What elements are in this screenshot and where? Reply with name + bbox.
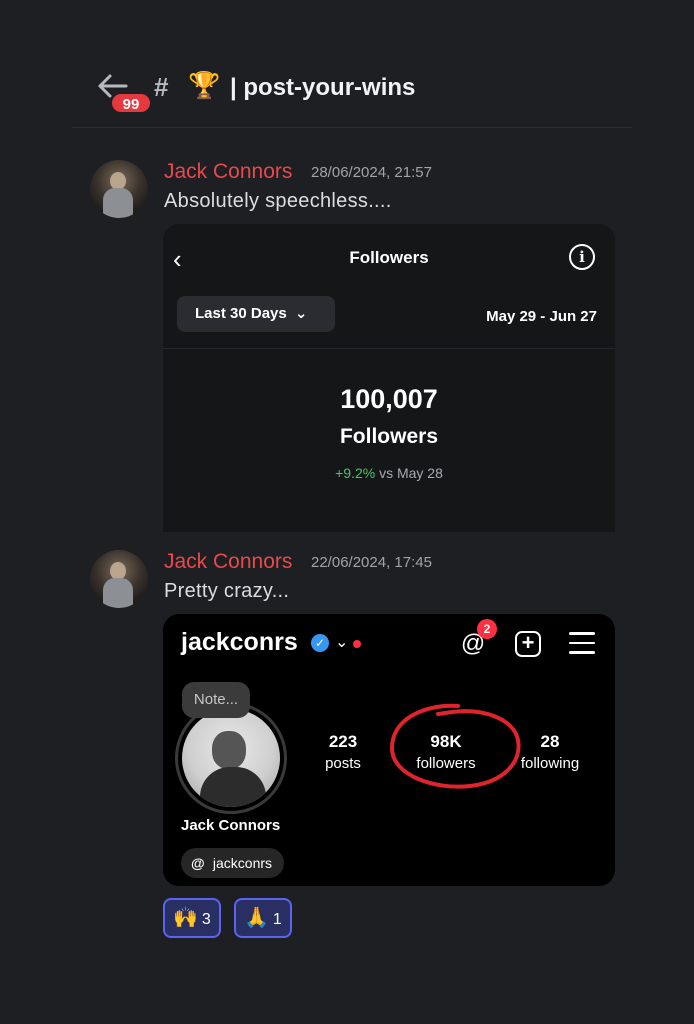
reaction-raised-hands[interactable]: 🙌 3 [163, 898, 221, 938]
channel-header: 99 # 🏆 | post-your-wins [0, 60, 694, 128]
date-range: May 29 - Jun 27 [486, 308, 597, 325]
follower-count-label: Followers [339, 425, 439, 448]
folded-hands-icon: 🙏 [244, 907, 269, 929]
date-filter-dropdown: Last 30 Days ⌄ [177, 296, 335, 332]
profile-username: jackconrs [181, 628, 298, 656]
message-timestamp: 22/06/2024, 17:45 [311, 554, 432, 571]
channel-hash-icon: # [154, 72, 169, 102]
threads-handle: jackconrs [212, 855, 273, 871]
profile-picture [175, 702, 287, 814]
message-author[interactable]: Jack Connors [164, 160, 292, 184]
reaction-folded-hands[interactable]: 🙏 1 [234, 898, 292, 938]
threads-badge: 2 [477, 619, 497, 639]
notification-dot [353, 640, 361, 648]
chevron-down-icon: ⌄ [294, 305, 308, 322]
author-avatar[interactable] [90, 160, 148, 218]
channel-name[interactable]: | post-your-wins [230, 74, 415, 102]
add-icon: + [515, 631, 541, 657]
profile-display-name: Jack Connors [181, 817, 281, 834]
info-icon: i [569, 244, 595, 270]
reaction-count: 1 [272, 911, 282, 928]
follower-change: +9.2% vs May 28 [163, 465, 615, 481]
change-comparison: vs May 28 [375, 465, 443, 481]
threads-icon: @ [191, 855, 205, 871]
raised-hands-icon: 🙌 [173, 907, 198, 929]
stat-number: 223 [328, 732, 358, 751]
header-divider [72, 127, 632, 128]
stat-label: posts [325, 755, 361, 772]
unread-badge: 99 [110, 92, 152, 114]
menu-icon [569, 632, 595, 654]
verified-badge-icon: ✓ [311, 634, 329, 652]
message-text: Absolutely speechless.... [164, 190, 392, 212]
stat-posts: 223 posts [303, 732, 383, 772]
chevron-down-icon: ⌄ [335, 634, 349, 651]
followers-title: Followers [349, 248, 429, 267]
reaction-count: 3 [201, 911, 211, 928]
followers-screenshot[interactable]: ‹ Followers i Last 30 Days ⌄ May 29 - Ju… [163, 224, 615, 532]
message-text: Pretty crazy... [164, 580, 290, 602]
message-author[interactable]: Jack Connors [164, 550, 292, 574]
change-percent: +9.2% [335, 465, 376, 481]
trophy-icon: 🏆 [188, 70, 221, 100]
follower-count: 100,007 [340, 384, 438, 414]
threads-handle-pill: @ jackconrs [181, 848, 285, 878]
note-bubble: Note... [182, 682, 250, 718]
card-divider [163, 348, 615, 349]
message-timestamp: 28/06/2024, 21:57 [311, 164, 432, 181]
annotation-circle [389, 703, 521, 789]
date-filter-label: Last 30 Days [195, 305, 287, 322]
author-avatar[interactable] [90, 550, 148, 608]
